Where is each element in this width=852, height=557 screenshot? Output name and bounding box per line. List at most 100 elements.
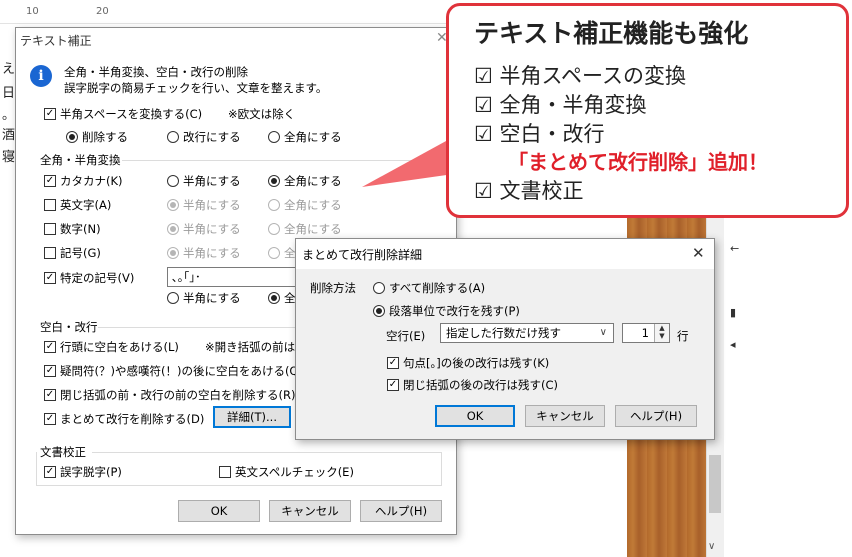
bulk-newline-checkbox[interactable]: ✓ — [44, 413, 56, 425]
sub-help-button[interactable]: ヘルプ(H) — [615, 405, 697, 427]
delete-all-label: すべて削除する(A) — [389, 281, 486, 295]
radio-fullwidth-label: 全角にする — [284, 130, 342, 144]
question-space-label: 疑問符(？)や感嘆符(！)の後に空白をあける(Q) — [60, 364, 303, 378]
symbol-half-label: 半角にする — [183, 246, 241, 260]
spin-unit: 行 — [677, 329, 689, 343]
halfspace-note: ※欧文は除く — [228, 107, 296, 121]
keep-bracket-checkbox[interactable]: ✓ — [387, 379, 399, 391]
bracket-space-checkbox[interactable]: ✓ — [44, 389, 56, 401]
symbol-label: 記号(G) — [60, 246, 101, 260]
spinner-arrows-icon[interactable]: ▲ ▼ — [654, 324, 669, 342]
symbol-full-label: 全 — [284, 246, 296, 260]
dialog-title: テキスト補正 — [20, 34, 92, 48]
callout-item: ☑ 全角・半角変換 — [474, 93, 647, 117]
indent-checkbox[interactable]: ✓ — [44, 341, 56, 353]
special-symbol-checkbox[interactable]: ✓ — [44, 272, 56, 284]
special-half-radio[interactable] — [167, 292, 179, 304]
english-half-radio[interactable] — [167, 199, 179, 211]
help-button[interactable]: ヘルプ(H) — [360, 500, 442, 522]
keep-paragraph-radio[interactable] — [373, 305, 385, 317]
indent-label: 行頭に空白をあける(L) — [60, 340, 179, 354]
callout-item: ☑ 文書校正 — [474, 179, 584, 203]
bracket-space-label: 閉じ括弧の前・改行の前の空白を削除する(R) — [60, 388, 296, 402]
number-half-radio[interactable] — [167, 223, 179, 235]
close-icon[interactable]: ✕ — [692, 244, 705, 262]
symbol-checkbox[interactable] — [44, 247, 56, 259]
side-triangle-icon[interactable]: ◂ — [730, 338, 736, 351]
intro-text: 全角・半角変換、空白・改行の削除 — [64, 65, 248, 79]
sub-cancel-button[interactable]: キャンセル — [525, 405, 605, 427]
callout-title: テキスト補正機能も強化 — [474, 19, 749, 48]
ruler-number: 20 — [96, 6, 109, 17]
scroll-down-icon[interactable]: ∨ — [708, 541, 715, 552]
english-label: 英文字(A) — [60, 198, 112, 212]
question-space-checkbox[interactable]: ✓ — [44, 365, 56, 377]
section-space-title: 空白・改行 — [40, 320, 98, 334]
katakana-half-radio[interactable] — [167, 175, 179, 187]
section-divider — [98, 327, 296, 328]
radio-delete[interactable] — [66, 131, 78, 143]
symbol-half-radio[interactable] — [167, 247, 179, 259]
radio-newline[interactable] — [167, 131, 179, 143]
document-text: え — [2, 62, 16, 77]
english-checkbox[interactable] — [44, 199, 56, 211]
blankline-label: 空行(E) — [386, 329, 426, 343]
katakana-half-label: 半角にする — [183, 174, 241, 188]
spell-checkbox[interactable] — [219, 466, 231, 478]
keep-period-label: 句点[。]の後の改行は残す(K) — [403, 356, 550, 370]
radio-fullwidth[interactable] — [268, 131, 280, 143]
document-text: 酒 — [2, 128, 16, 143]
document-text: 。 — [2, 108, 16, 123]
keep-bracket-label: 閉じ括弧の後の改行は残す(C) — [403, 378, 559, 392]
number-full-label: 全角にする — [284, 222, 342, 236]
number-checkbox[interactable] — [44, 223, 56, 235]
method-label: 削除方法 — [310, 281, 356, 295]
keep-period-checkbox[interactable]: ✓ — [387, 357, 399, 369]
katakana-full-radio[interactable] — [268, 175, 280, 187]
section-divider — [92, 452, 442, 453]
katakana-label: カタカナ(K) — [60, 174, 123, 188]
english-full-radio[interactable] — [268, 199, 280, 211]
cancel-button[interactable]: キャンセル — [269, 500, 351, 522]
side-square-icon[interactable]: ▮ — [730, 306, 736, 319]
section-width-title: 全角・半角変換 — [40, 153, 121, 167]
chevron-down-icon: ∨ — [599, 327, 607, 338]
halfspace-label: 半角スペースを変換する(C) — [60, 107, 203, 121]
document-text: 寝 — [2, 150, 16, 165]
document-ruler — [0, 0, 470, 24]
sub-ok-button[interactable]: OK — [435, 405, 515, 427]
radio-newline-label: 改行にする — [183, 130, 241, 144]
ok-button[interactable]: OK — [178, 500, 260, 522]
blankline-select[interactable]: 指定した行数だけ残す ∨ — [440, 323, 614, 343]
keep-paragraph-label: 段落単位で改行を残す(P) — [389, 304, 520, 318]
callout-item: ☑ 半角スペースの変換 — [474, 64, 686, 88]
ruler-number: 10 — [26, 6, 39, 17]
scrollbar-thumb[interactable] — [709, 455, 721, 513]
special-symbol-label: 特定の記号(V) — [60, 271, 135, 285]
detail-button[interactable]: 詳細(T)... — [213, 406, 291, 428]
info-icon: i — [30, 65, 52, 87]
number-half-label: 半角にする — [183, 222, 241, 236]
katakana-checkbox[interactable]: ✓ — [44, 175, 56, 187]
typo-label: 誤字脱字(P) — [60, 465, 122, 479]
intro-text: 誤字脱字の簡易チェックを行い、文章を整えます。 — [64, 81, 328, 95]
symbol-full-radio[interactable] — [268, 247, 280, 259]
english-half-label: 半角にする — [183, 198, 241, 212]
halfspace-checkbox[interactable]: ✓ — [44, 108, 56, 120]
special-full-radio[interactable] — [268, 292, 280, 304]
english-full-label: 全角にする — [284, 198, 342, 212]
blankline-select-value: 指定した行数だけ残す — [446, 326, 561, 340]
delete-all-radio[interactable] — [373, 282, 385, 294]
side-arrow-icon[interactable]: ← — [730, 242, 739, 255]
number-full-radio[interactable] — [268, 223, 280, 235]
space-note: ※開き括弧の前は削 — [205, 340, 307, 354]
radio-delete-label: 削除する — [82, 130, 128, 144]
special-symbol-input[interactable]: ､｡｢｣･ — [167, 267, 302, 287]
bulk-newline-label: まとめて改行を削除する(D) — [60, 412, 205, 426]
spell-label: 英文スペルチェック(E) — [235, 465, 354, 479]
callout-item: ☑ 空白・改行 — [474, 122, 605, 146]
special-half-label: 半角にする — [183, 291, 241, 305]
typo-checkbox[interactable]: ✓ — [44, 466, 56, 478]
number-label: 数字(N) — [60, 222, 101, 236]
katakana-full-label: 全角にする — [284, 174, 342, 188]
